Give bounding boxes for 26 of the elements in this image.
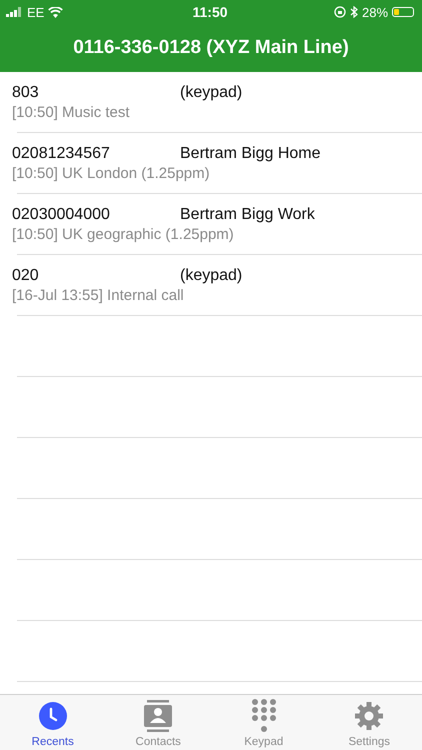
caller-name: Bertram Bigg Home xyxy=(180,144,320,162)
phone-number: 803 xyxy=(12,84,40,102)
tab[interactable]: Recents xyxy=(0,695,106,750)
keypad-icon xyxy=(250,699,277,733)
battery-percent: 28% xyxy=(362,4,388,20)
phone-number: 020 xyxy=(12,266,40,284)
clock-icon xyxy=(38,702,67,730)
phone-number: 02081234567 xyxy=(12,144,111,162)
caller-name: (keypad) xyxy=(180,84,242,102)
header-title: 0116-336-0128 (XYZ Main Line) xyxy=(73,37,349,59)
contact-card-icon xyxy=(144,700,172,732)
bluetooth-icon xyxy=(350,6,358,18)
caller-name: (keypad) xyxy=(180,266,242,284)
call-detail: [10:50] Music test xyxy=(12,104,131,120)
rotation-lock-icon xyxy=(334,6,346,18)
carrier-name: EE xyxy=(27,4,44,20)
battery-icon xyxy=(392,7,414,17)
signal-icon xyxy=(6,7,23,17)
phone-number: 02030004000 xyxy=(12,206,111,224)
clock-time: 11:50 xyxy=(192,4,228,20)
call-detail: [16-Jul 13:55] Internal call xyxy=(12,286,185,304)
call-detail: [10:50] UK London (1.25ppm) xyxy=(12,164,211,182)
wifi-icon xyxy=(48,6,64,18)
call-detail: [10:50] UK geographic (1.25ppm) xyxy=(12,226,235,242)
settings-icon xyxy=(355,702,384,730)
caller-name: Bertram Bigg Work xyxy=(180,206,315,224)
